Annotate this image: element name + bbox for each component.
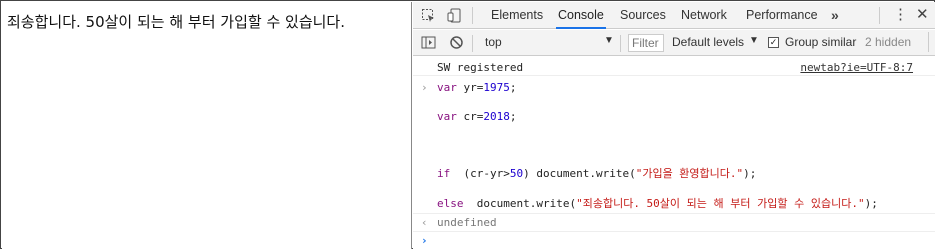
log-text: SW registered (437, 61, 524, 74)
clear-console-icon[interactable] (449, 35, 464, 50)
sidebar-toggle-icon[interactable] (421, 35, 436, 50)
tab-performance[interactable]: Performance (744, 2, 820, 29)
tab-console[interactable]: Console (556, 2, 606, 29)
code-line: var yr=1975; (437, 81, 517, 94)
devtools-tab-bar: Elements Console Sources Network Perform… (413, 2, 935, 29)
console-prompt[interactable]: › (413, 231, 935, 248)
console-input-line: › var yr=1975; (413, 79, 935, 96)
code-line: else document.write("죄송합니다. 50살이 되는 해 부터… (437, 197, 878, 210)
inspect-element-icon[interactable] (421, 8, 436, 23)
prompt-chevron-icon: › (421, 234, 428, 247)
group-similar-checkbox[interactable]: ✓ (768, 37, 779, 48)
log-source-link[interactable]: newtab?ie=UTF-8:7 (800, 59, 913, 76)
console-log-message: SW registered newtab?ie=UTF-8:7 (413, 59, 935, 76)
page-viewport: 죄송합니다. 50살이 되는 해 부터 가입할 수 있습니다. (2, 2, 412, 249)
code-line: var cr=2018; (437, 110, 517, 123)
code-line: if (cr-yr>50) document.write("가입을 환영합니다.… (437, 167, 757, 180)
toolbar-divider (620, 35, 621, 52)
devtools-panel: Elements Console Sources Network Perform… (413, 2, 935, 249)
screenshot-frame: 죄송합니다. 50살이 되는 해 부터 가입할 수 있습니다. Elements… (0, 0, 935, 249)
device-toolbar-icon[interactable] (447, 8, 462, 23)
toolbar-divider (472, 35, 473, 52)
chevron-down-icon[interactable]: ▼ (749, 35, 759, 46)
group-similar-label: Group similar (785, 35, 857, 49)
input-chevron-icon: › (421, 81, 428, 94)
toolbar-divider (472, 7, 473, 24)
close-icon[interactable]: ✕ (916, 5, 929, 23)
tab-network[interactable]: Network (679, 2, 729, 29)
console-toolbar: top ▼ Filter Default levels ▼ ✓ Group si… (413, 30, 935, 56)
result-value: undefined (437, 216, 497, 229)
tab-sources[interactable]: Sources (618, 2, 668, 29)
more-tabs-icon[interactable]: » (831, 2, 839, 29)
console-result-line: ‹ undefined (413, 213, 935, 230)
console-input-line: var cr=2018; (413, 108, 935, 125)
console-input-line: if (cr-yr>50) document.write("가입을 환영합니다.… (413, 165, 935, 182)
settings-divider (928, 32, 935, 52)
hidden-count-badge: 2 hidden (865, 35, 912, 49)
console-output: SW registered newtab?ie=UTF-8:7 › var yr… (413, 57, 935, 249)
tab-elements[interactable]: Elements (489, 2, 545, 29)
chevron-down-icon[interactable]: ▼ (604, 35, 614, 46)
filter-input[interactable]: Filter (628, 34, 664, 52)
toolbar-divider (879, 7, 880, 24)
result-arrow-icon: ‹ (421, 216, 428, 229)
context-selector[interactable]: top (485, 35, 502, 49)
log-levels-dropdown[interactable]: Default levels (672, 35, 744, 49)
kebab-menu-icon[interactable]: ⋮ (893, 6, 908, 24)
console-input-line: else document.write("죄송합니다. 50살이 되는 해 부터… (413, 195, 935, 212)
page-message: 죄송합니다. 50살이 되는 해 부터 가입할 수 있습니다. (7, 13, 346, 31)
